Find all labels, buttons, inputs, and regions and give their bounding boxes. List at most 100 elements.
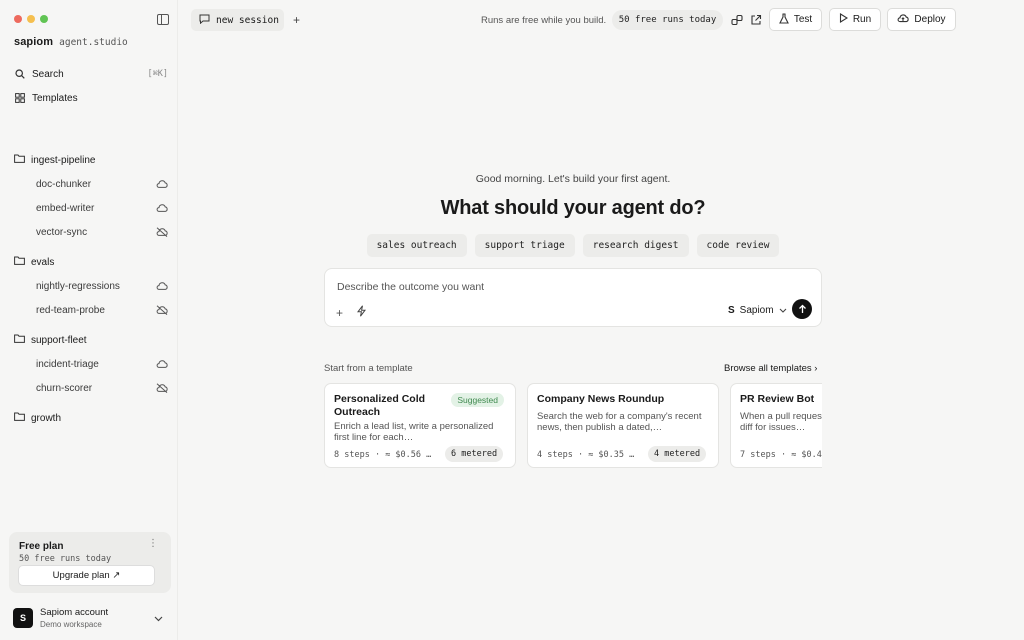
- agent-label: incident-triage: [36, 358, 99, 370]
- share-link-icon[interactable]: [730, 13, 744, 27]
- folder-growth[interactable]: growth: [14, 410, 168, 426]
- folder-ingest-pipeline[interactable]: ingest-pipeline: [14, 152, 168, 168]
- agent-label: nightly-regressions: [36, 280, 120, 292]
- suggestion-chips: sales outreach support triage research d…: [324, 234, 822, 257]
- close-window-button[interactable]: [14, 15, 22, 23]
- chip-research-digest[interactable]: research digest: [582, 234, 689, 257]
- sidebar-toggle-icon[interactable]: [157, 14, 169, 25]
- template-title: Personalized Cold Outreach: [334, 393, 426, 418]
- tab-label: new session: [216, 14, 279, 26]
- template-desc: When a pull request opens, reviews the d…: [740, 411, 822, 433]
- model-selector[interactable]: S Sapiom: [728, 305, 787, 316]
- grid-icon: [14, 93, 26, 103]
- template-meta: 7 steps · ≈ $0.42 …: [740, 450, 822, 460]
- metered-badge: 4 metered: [648, 446, 707, 462]
- attach-button[interactable]: +: [336, 306, 343, 320]
- workspace-name: Demo workspace: [40, 620, 102, 629]
- folder-label: evals: [31, 256, 55, 268]
- template-card[interactable]: Company News Roundup Search the web for …: [527, 383, 719, 468]
- sidebar: sapiom agent.studio Search [⌘K] Template…: [0, 0, 178, 640]
- template-title: PR Review Bot: [740, 393, 815, 405]
- cloud-upload-icon: [897, 13, 910, 26]
- templates-heading: Start from a template: [324, 363, 413, 374]
- arrow-up-icon: [798, 304, 806, 313]
- folder-icon: [14, 154, 26, 166]
- runs-badge: 50 free runs today: [612, 10, 723, 30]
- search-icon: [14, 69, 26, 79]
- chip-support-triage[interactable]: support triage: [474, 234, 575, 257]
- cloud-off-icon: [155, 305, 168, 315]
- tab-new-session[interactable]: new session: [191, 9, 284, 31]
- agent-item-nightly-regressions[interactable]: nightly-regressions: [36, 278, 168, 294]
- brand-sub: agent.studio: [59, 37, 128, 48]
- model-name: Sapiom: [739, 305, 774, 316]
- new-tab-button[interactable]: +: [293, 13, 300, 27]
- suggested-badge: Suggested: [451, 393, 504, 407]
- plan-runs-left: 50 free runs today: [19, 554, 112, 564]
- template-meta: 8 steps · ≈ $0.56 …: [334, 450, 432, 460]
- chevron-down-icon: [154, 614, 163, 625]
- model-logo-icon: S: [728, 305, 735, 316]
- account-name: Sapiom account: [40, 607, 109, 618]
- agent-label: red-team-probe: [36, 304, 105, 316]
- agent-label: churn-scorer: [36, 382, 93, 394]
- play-icon: [839, 13, 848, 26]
- agent-item-churn-scorer[interactable]: churn-scorer: [36, 380, 168, 396]
- agent-item-red-team-probe[interactable]: red-team-probe: [36, 302, 168, 318]
- browse-templates-link[interactable]: Browse all templates ›: [724, 363, 817, 374]
- search-shortcut: [⌘K]: [147, 69, 168, 79]
- plan-title: Free plan: [19, 541, 64, 552]
- folder-label: support-fleet: [31, 334, 87, 346]
- test-button[interactable]: Test: [769, 8, 822, 31]
- cloud-off-icon: [155, 227, 168, 237]
- template-card[interactable]: PR Review Bot When a pull request opens,…: [730, 383, 822, 468]
- agent-item-doc-chunker[interactable]: doc-chunker: [36, 176, 168, 192]
- agent-label: embed-writer: [36, 202, 95, 214]
- external-link-icon[interactable]: [749, 13, 763, 27]
- template-meta: 4 steps · ≈ $0.35 …: [537, 450, 635, 460]
- bolt-icon[interactable]: [357, 305, 366, 320]
- cloud-icon: [155, 281, 168, 291]
- folder-support-fleet[interactable]: support-fleet: [14, 332, 168, 348]
- deploy-label: Deploy: [914, 14, 946, 25]
- flask-icon: [778, 12, 789, 27]
- metered-badge: 6 metered: [445, 446, 504, 462]
- maximize-window-button[interactable]: [40, 15, 48, 23]
- greeting: Good morning. Let's build your first age…: [475, 173, 671, 185]
- chip-code-review[interactable]: code review: [696, 234, 780, 257]
- template-card[interactable]: Personalized Cold Outreach Suggested Enr…: [324, 383, 516, 468]
- more-icon[interactable]: ⋮: [148, 539, 158, 549]
- template-desc: Enrich a lead list, write a personalized…: [334, 421, 494, 443]
- composer: + S Sapiom: [324, 268, 822, 327]
- folder-icon: [14, 412, 26, 424]
- agent-label: vector-sync: [36, 226, 88, 238]
- template-desc: Search the web for a company's recent ne…: [537, 411, 702, 433]
- deploy-button[interactable]: Deploy: [887, 8, 956, 31]
- sidebar-item-search[interactable]: Search [⌘K]: [14, 66, 168, 82]
- upgrade-plan-button[interactable]: Upgrade plan ↗: [18, 565, 155, 586]
- sidebar-item-label: Templates: [32, 92, 78, 104]
- prompt-input[interactable]: [337, 279, 717, 295]
- agent-item-incident-triage[interactable]: incident-triage: [36, 356, 168, 372]
- sidebar-item-templates[interactable]: Templates: [14, 90, 168, 106]
- run-button[interactable]: Run: [829, 8, 881, 31]
- brand-name: sapiom: [14, 36, 54, 48]
- cloud-icon: [155, 359, 168, 369]
- avatar: S: [13, 608, 33, 628]
- folder-icon: [14, 334, 26, 346]
- folder-evals[interactable]: evals: [14, 254, 168, 270]
- runs-note: Runs are free while you build.: [481, 15, 607, 26]
- chip-sales-outreach[interactable]: sales outreach: [366, 234, 467, 257]
- send-button[interactable]: [792, 299, 812, 319]
- agent-item-embed-writer[interactable]: embed-writer: [36, 200, 168, 216]
- page-title: What should your agent do?: [440, 197, 706, 219]
- cloud-off-icon: [155, 383, 168, 393]
- chevron-down-icon: [779, 305, 787, 316]
- agent-label: doc-chunker: [36, 178, 92, 190]
- minimize-window-button[interactable]: [27, 15, 35, 23]
- cloud-icon: [155, 203, 168, 213]
- agent-item-vector-sync[interactable]: vector-sync: [36, 224, 168, 240]
- window-controls: [14, 15, 48, 23]
- account-switcher[interactable]: S Sapiom account Demo workspace: [13, 607, 169, 631]
- folder-label: ingest-pipeline: [31, 154, 96, 166]
